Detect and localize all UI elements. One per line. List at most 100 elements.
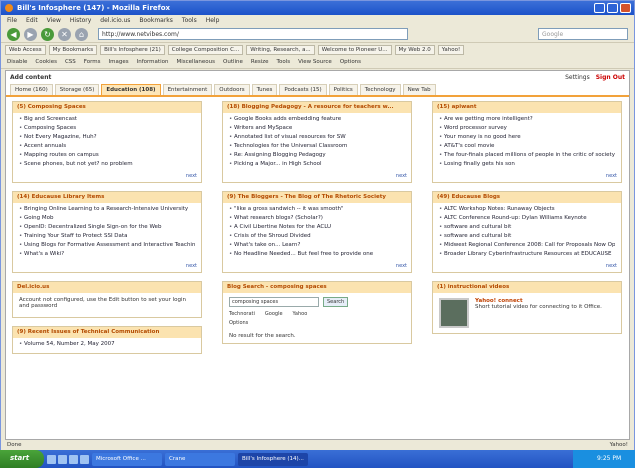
list-item[interactable]: Going Mob (19, 215, 195, 224)
list-item[interactable]: Your money is no good here (439, 134, 615, 143)
quick-launch-icon[interactable] (47, 454, 56, 464)
list-item[interactable]: What's take on... Learn? (229, 242, 405, 251)
widget-title[interactable]: Blog Search - composing spaces (223, 282, 411, 293)
forward-icon[interactable]: ▶ (24, 27, 37, 41)
next-link[interactable]: next (223, 173, 411, 182)
dev-disable[interactable]: Disable (7, 59, 27, 66)
options-link[interactable]: Options (229, 320, 248, 326)
list-item[interactable]: Accent annuals (19, 143, 195, 152)
next-link[interactable]: next (13, 173, 201, 182)
widget-title[interactable]: (9) The Bloggers - The Blog of The Rheto… (223, 192, 411, 203)
list-item[interactable]: Volume 54, Number 2, May 2007 (19, 341, 195, 350)
widget-title[interactable]: (18) Blogging Pedagogy - A resource for … (223, 102, 411, 113)
menu-view[interactable]: View (47, 17, 61, 24)
list-item[interactable]: AT&T's cool movie (439, 143, 615, 152)
source-technorati[interactable]: Technorati (229, 311, 255, 317)
dev-tools[interactable]: Tools (277, 59, 291, 66)
widget-title[interactable]: (49) Educause Blogs (433, 192, 621, 203)
widget-title[interactable]: (1) instructional videos (433, 282, 621, 293)
quick-launch-icon[interactable] (69, 454, 78, 464)
dev-resize[interactable]: Resize (251, 59, 269, 66)
dev-view-source[interactable]: View Source (298, 59, 332, 66)
widget-title[interactable]: (14) Educause Library Items (13, 192, 201, 203)
source-google[interactable]: Google (265, 311, 283, 317)
dev-css[interactable]: CSS (65, 59, 76, 66)
list-item[interactable]: What research blogs? (Scholar?) (229, 215, 405, 224)
list-item[interactable]: Mapping routes on campus (19, 152, 195, 161)
menu-history[interactable]: History (70, 17, 91, 24)
next-link[interactable]: next (223, 263, 411, 272)
settings-link[interactable]: Settings (565, 74, 590, 81)
dev-options[interactable]: Options (340, 59, 361, 66)
taskbar-button[interactable]: Crane (165, 452, 235, 466)
tab-storage[interactable]: Storage (65) (54, 84, 100, 95)
tab-podcasts[interactable]: Podcasts (15) (279, 84, 327, 95)
bookmark-item[interactable]: My Web 2.0 (394, 45, 435, 55)
widget-title[interactable]: (5) Composing Spaces (13, 102, 201, 113)
list-item[interactable]: Technologies for the Universal Classroom (229, 143, 405, 152)
list-item[interactable]: Losing finally gets his son (439, 161, 615, 170)
list-item[interactable]: Bringing Online Learning to a Research-I… (19, 206, 195, 215)
list-item[interactable]: software and cultural bit (439, 233, 615, 242)
search-input[interactable]: Google (538, 28, 628, 40)
menu-bookmarks[interactable]: Bookmarks (139, 17, 173, 24)
list-item[interactable]: Scene phones, but not yet? no problem (19, 161, 195, 170)
blog-search-input[interactable]: composing spaces (229, 297, 319, 307)
list-item[interactable]: Big and Screencast (19, 116, 195, 125)
bookmark-item[interactable]: Yahoo! (437, 45, 465, 55)
list-item[interactable]: Training Your Staff to Protect SSI Data (19, 233, 195, 242)
bookmark-item[interactable]: Web Access (5, 45, 46, 55)
list-item[interactable]: software and cultural bit (439, 224, 615, 233)
next-link[interactable]: next (13, 263, 201, 272)
tab-tunes[interactable]: Tunes (251, 84, 278, 95)
next-link[interactable]: next (433, 173, 621, 182)
list-item[interactable]: Crisis of the Shroud Divided (229, 233, 405, 242)
start-button[interactable]: start (0, 450, 44, 468)
widget-title[interactable]: Del.icio.us (13, 282, 201, 293)
list-item[interactable]: Using Blogs for Formative Assessment and… (19, 242, 195, 251)
close-button[interactable] (620, 3, 631, 13)
list-item[interactable]: OpenID: Decentralized Single Sign-on for… (19, 224, 195, 233)
list-item[interactable]: The four-finals placed millions of peopl… (439, 152, 615, 161)
dev-miscellaneous[interactable]: Miscellaneous (176, 59, 215, 66)
list-item[interactable]: What's a Wiki? (19, 251, 195, 260)
source-yahoo[interactable]: Yahoo (293, 311, 308, 317)
tab-home[interactable]: Home (160) (10, 84, 53, 95)
quick-launch-icon[interactable] (58, 454, 67, 464)
dev-outline[interactable]: Outline (223, 59, 243, 66)
dev-information[interactable]: Information (137, 59, 169, 66)
list-item[interactable]: "like a gross sandwich -- it was smooth" (229, 206, 405, 215)
tab-entertainment[interactable]: Entertainment (162, 84, 213, 95)
minimize-button[interactable] (594, 3, 605, 13)
tab-new[interactable]: New Tab (402, 84, 436, 95)
add-content-link[interactable]: Add content (10, 74, 51, 81)
list-item[interactable]: Annotated list of visual resources for S… (229, 134, 405, 143)
taskbar-button[interactable]: Bill's Infosphere (14)... (238, 452, 308, 466)
list-item[interactable]: Midwest Regional Conference 2008: Call f… (439, 242, 615, 251)
quick-launch-icon[interactable] (80, 454, 89, 464)
tab-outdoors[interactable]: Outdoors (214, 84, 250, 95)
tab-politics[interactable]: Politics (328, 84, 358, 95)
list-item[interactable]: Are we getting more intelligent? (439, 116, 615, 125)
list-item[interactable]: Google Books adds embedding feature (229, 116, 405, 125)
bookmark-item[interactable]: Welcome to Pioneer U... (317, 45, 392, 55)
list-item[interactable]: Re: Assigning Blogging Pedagogy (229, 152, 405, 161)
video-thumbnail[interactable] (439, 298, 469, 328)
widget-title[interactable]: (9) Recent Issues of Technical Communica… (13, 327, 201, 338)
list-item[interactable]: No Headline Needed... But feel free to p… (229, 251, 405, 260)
list-item[interactable]: Picking a Major... in High School (229, 161, 405, 170)
tab-technology[interactable]: Technology (359, 84, 401, 95)
list-item[interactable]: A Civil Libertine Notes for the ACLU (229, 224, 405, 233)
dev-cookies[interactable]: Cookies (35, 59, 57, 66)
maximize-button[interactable] (607, 3, 618, 13)
bookmark-item[interactable]: Writing, Research, a... (246, 45, 315, 55)
list-item[interactable]: Not Every Magazine, Huh? (19, 134, 195, 143)
list-item[interactable]: Writers and MySpace (229, 125, 405, 134)
sign-out-link[interactable]: Sign Out (596, 74, 625, 81)
blog-search-button[interactable]: Search (323, 297, 349, 307)
list-item[interactable]: Broader Library Cyberinfrastructure Reso… (439, 251, 615, 260)
menu-delicious[interactable]: del.icio.us (100, 17, 130, 24)
widget-title[interactable]: (15) apiwant (433, 102, 621, 113)
home-icon[interactable]: ⌂ (75, 27, 88, 41)
list-item[interactable]: Word processor survey (439, 125, 615, 134)
